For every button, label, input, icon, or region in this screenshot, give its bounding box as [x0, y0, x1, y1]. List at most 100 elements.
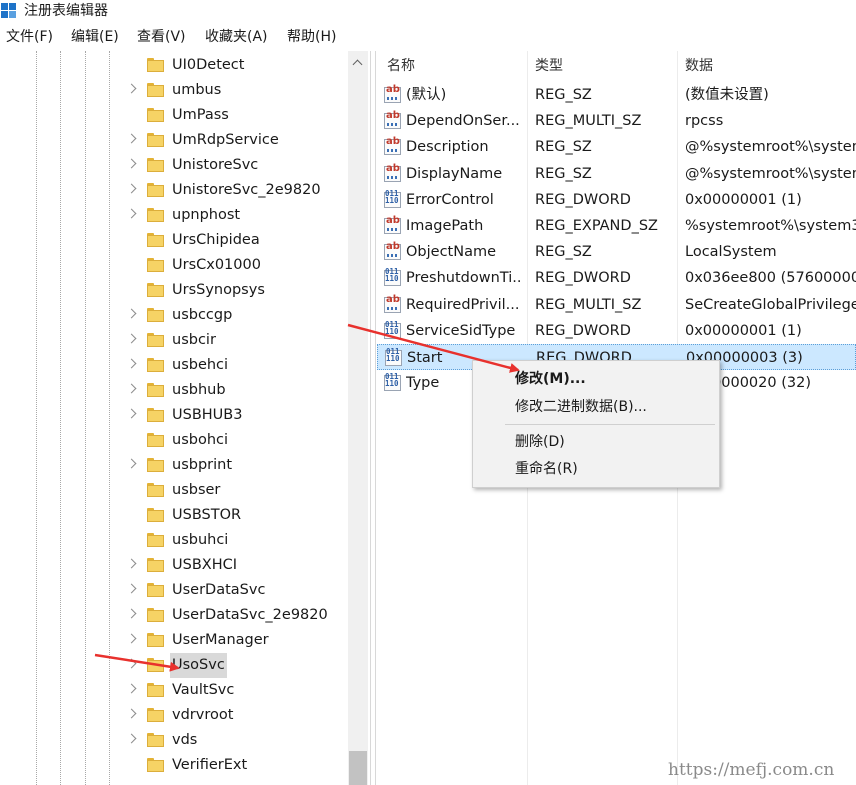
tree-item[interactable]: usbehci [0, 353, 348, 378]
menu-help[interactable]: 帮助(H) [283, 26, 340, 48]
menu-view[interactable]: 查看(V) [133, 26, 190, 48]
column-header-data[interactable]: 数据 [685, 51, 713, 81]
tree-item[interactable]: USBHUB3 [0, 403, 348, 428]
tree-item-label: UnistoreSvc_2e9820 [172, 182, 321, 198]
value-name: ObjectName [406, 244, 497, 261]
tree-item[interactable]: usbprint [0, 453, 348, 478]
tree-item[interactable]: UmPass [0, 103, 348, 128]
tree-item[interactable]: UserDataSvc [0, 578, 348, 603]
tree-item[interactable]: upnphost [0, 203, 348, 228]
tree-item[interactable]: UrsCx01000 [0, 253, 348, 278]
chevron-right-icon[interactable] [126, 308, 137, 319]
tree-item-label: UserManager [172, 632, 269, 648]
tree-item[interactable]: UsoSvc [0, 653, 348, 678]
tree-item[interactable]: usbohci [0, 428, 348, 453]
tree-item[interactable]: UmRdpService [0, 128, 348, 153]
tree-item-label: USBSTOR [172, 507, 242, 523]
chevron-right-icon[interactable] [126, 383, 137, 394]
chevron-right-icon[interactable] [126, 208, 137, 219]
column-header-name[interactable]: 名称 [387, 51, 415, 81]
registry-tree[interactable]: UI0Detect umbus UmPass UmRdpService Unistore… [0, 51, 370, 785]
value-row[interactable]: ab ObjectName REG_SZ LocalSystem [377, 239, 856, 265]
folder-icon [147, 683, 164, 697]
context-menu-modify-binary[interactable]: 修改二进制数据(B)... [473, 394, 719, 420]
value-data: SeCreateGlobalPrivilege [685, 296, 856, 313]
tree-item[interactable]: UserManager [0, 628, 348, 653]
chevron-right-icon[interactable] [126, 608, 137, 619]
tree-item[interactable]: usbcir [0, 328, 348, 353]
context-menu-delete[interactable]: 删除(D) [473, 429, 719, 455]
value-row[interactable]: ab DependOnSer... REG_MULTI_SZ rpcss [377, 108, 856, 134]
tree-item[interactable]: USBXHCI [0, 553, 348, 578]
scroll-up-arrow-icon[interactable] [348, 51, 368, 75]
value-type: REG_SZ [535, 244, 592, 261]
chevron-right-icon[interactable] [126, 558, 137, 569]
tree-scrollbar[interactable] [348, 51, 368, 785]
value-data: @%systemroot%\system [685, 165, 856, 182]
tree-item[interactable]: usbhub [0, 378, 348, 403]
value-row[interactable]: ab Description REG_SZ @%systemroot%\system [377, 134, 856, 160]
menu-edit[interactable]: 编辑(E) [67, 26, 123, 48]
folder-icon [147, 483, 164, 497]
tree-item[interactable]: UnistoreSvc [0, 153, 348, 178]
chevron-right-icon[interactable] [126, 458, 137, 469]
context-menu-modify[interactable]: 修改(M)... [473, 366, 719, 392]
chevron-right-icon[interactable] [126, 183, 137, 194]
value-row[interactable]: ab DisplayName REG_SZ @%systemroot%\system [377, 161, 856, 187]
pane-splitter[interactable] [370, 51, 376, 785]
tree-item[interactable]: UserDataSvc_2e9820 [0, 603, 348, 628]
value-row[interactable]: 011 110 ErrorControl REG_DWORD 0x00000001 (1… [377, 187, 856, 213]
tree-item[interactable]: vdrvroot [0, 703, 348, 728]
chevron-right-icon[interactable] [126, 708, 137, 719]
folder-icon [147, 158, 164, 172]
value-type: REG_DWORD [535, 270, 631, 287]
value-data: %systemroot%\system3 [685, 218, 856, 234]
tree-item[interactable]: UrsChipidea [0, 228, 348, 253]
chevron-right-icon[interactable] [126, 83, 137, 94]
tree-item[interactable]: UrsSynopsys [0, 278, 348, 303]
tree-item[interactable]: usbser [0, 478, 348, 503]
chevron-right-icon[interactable] [126, 583, 137, 594]
tree-item[interactable]: vds [0, 728, 348, 753]
tree-item[interactable]: umbus [0, 78, 348, 103]
folder-icon [147, 83, 164, 97]
value-row[interactable]: ab ImagePath REG_EXPAND_SZ %systemroot%\sys… [377, 213, 856, 239]
tree-item-label: VerifierExt [172, 757, 248, 773]
chevron-right-icon[interactable] [126, 358, 137, 369]
folder-icon [147, 333, 164, 347]
menu-favorites[interactable]: 收藏夹(A) [201, 26, 272, 48]
chevron-right-icon[interactable] [126, 733, 137, 744]
chevron-right-icon[interactable] [126, 408, 137, 419]
folder-icon [147, 133, 164, 147]
tree-item[interactable]: VerifierExt [0, 753, 348, 778]
chevron-right-icon[interactable] [126, 158, 137, 169]
column-header-type[interactable]: 类型 [535, 51, 563, 81]
value-data: 0x00000001 (1) [685, 322, 802, 339]
scroll-thumb[interactable] [349, 751, 367, 785]
regedit-app-icon [1, 3, 17, 19]
tree-item[interactable]: UI0Detect [0, 53, 348, 78]
context-menu-rename[interactable]: 重命名(R) [473, 456, 719, 482]
string-icon-glyph: ab [386, 162, 400, 174]
value-data: 0x036ee800 (57600000) [685, 270, 856, 287]
value-row[interactable]: 011 110 PreshutdownTi... REG_DWORD 0x036ee80… [377, 265, 856, 291]
tree-item-label: UmPass [172, 107, 229, 123]
folder-icon [147, 558, 164, 572]
context-menu: 修改(M)... 修改二进制数据(B)... 删除(D) 重命名(R) [472, 360, 720, 488]
tree-item[interactable]: usbuhci [0, 528, 348, 553]
menu-file[interactable]: 文件(F) [2, 26, 57, 48]
chevron-right-icon[interactable] [126, 658, 137, 669]
tree-item[interactable]: USBSTOR [0, 503, 348, 528]
value-row[interactable]: ab RequiredPrivil... REG_MULTI_SZ SeCreateG… [377, 292, 856, 318]
binary-value-icon: 011 110 [384, 268, 401, 287]
value-row[interactable]: ab (默认) REG_SZ (数值未设置) [377, 82, 856, 108]
tree-item[interactable]: usbccgp [0, 303, 348, 328]
folder-icon [147, 458, 164, 472]
tree-item[interactable]: VaultSvc [0, 678, 348, 703]
chevron-right-icon[interactable] [126, 633, 137, 644]
chevron-right-icon[interactable] [126, 333, 137, 344]
value-row[interactable]: 011 110 ServiceSidType REG_DWORD 0x00000001 … [377, 318, 856, 344]
chevron-right-icon[interactable] [126, 133, 137, 144]
chevron-right-icon[interactable] [126, 683, 137, 694]
tree-item[interactable]: UnistoreSvc_2e9820 [0, 178, 348, 203]
